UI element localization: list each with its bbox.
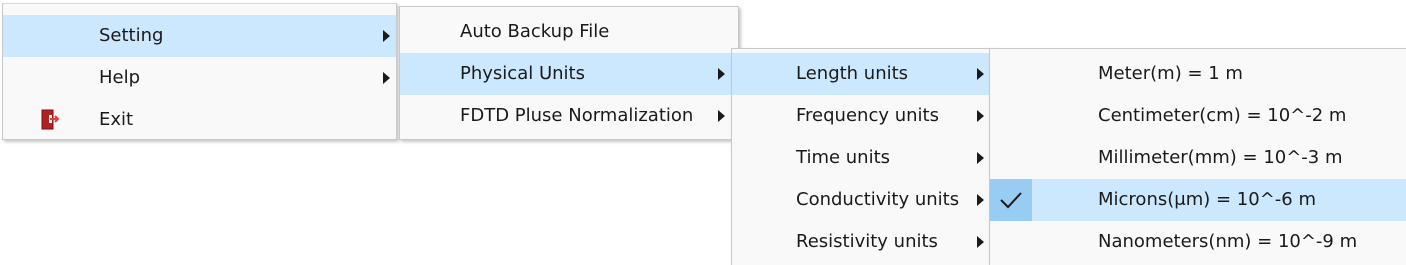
chevron-right-icon [383,72,390,84]
chevron-right-icon [977,236,984,248]
menu-item-meter[interactable]: Meter(m) = 1 m [990,53,1406,95]
menu-item-millimeter[interactable]: Millimeter(mm) = 10^-3 m [990,137,1406,179]
menu-item-microns[interactable]: Microns(μm) = 10^-6 m [990,179,1406,221]
menu-item-fdtd-normalization[interactable]: FDTD Pluse Normalization [400,95,738,137]
chevron-right-icon [977,152,984,164]
menu-item-help[interactable]: Help [3,57,396,99]
chevron-right-icon [977,68,984,80]
menu-item-label: Microns(μm) = 10^-6 m [1098,189,1316,210]
menu-item-label: Meter(m) = 1 m [1098,63,1243,84]
menu-item-label: Length units [796,63,909,84]
menu-stack: Setting Help Exit Auto Backup File Physi… [0,0,1406,265]
menu-item-physical-units[interactable]: Physical Units [400,53,738,95]
chevron-right-icon [718,110,725,122]
chevron-right-icon [718,68,725,80]
menu-item-auto-backup[interactable]: Auto Backup File [400,11,738,53]
menu-item-label: Nanometers(nm) = 10^-9 m [1098,231,1358,252]
menu-item-length-units[interactable]: Length units [732,53,992,95]
menu-item-exit[interactable]: Exit [3,99,396,141]
chevron-right-icon [383,30,390,42]
main-menu: Setting Help Exit [2,3,397,140]
menu-item-label: Physical Units [460,63,585,84]
menu-item-label: Setting [99,25,164,46]
menu-item-label: Resistivity units [796,231,938,252]
menu-item-label: Exit [99,109,134,130]
menu-item-nanometers[interactable]: Nanometers(nm) = 10^-9 m [990,221,1406,263]
menu-item-resistivity-units[interactable]: Resistivity units [732,221,992,263]
chevron-right-icon [977,110,984,122]
menu-item-label: Millimeter(mm) = 10^-3 m [1098,147,1343,168]
menu-item-label: Time units [796,147,891,168]
physical-units-submenu: Length units Frequency units Time units … [731,48,993,265]
menu-item-setting[interactable]: Setting [3,15,396,57]
chevron-right-icon [977,194,984,206]
menu-item-frequency-units[interactable]: Frequency units [732,95,992,137]
menu-item-label: Help [99,67,141,88]
menu-item-label: FDTD Pluse Normalization [460,105,694,126]
menu-item-label: Centimeter(cm) = 10^-2 m [1098,105,1347,126]
menu-item-conductivity-units[interactable]: Conductivity units [732,179,992,221]
menu-item-time-units[interactable]: Time units [732,137,992,179]
menu-item-label: Conductivity units [796,189,960,210]
length-units-submenu: Meter(m) = 1 m Centimeter(cm) = 10^-2 m … [989,48,1406,265]
menu-item-label: Auto Backup File [460,21,610,42]
checkmark-icon [990,179,1032,221]
menu-item-label: Frequency units [796,105,939,126]
exit-door-icon [40,109,62,131]
setting-submenu: Auto Backup File Physical Units FDTD Plu… [399,6,739,140]
menu-item-centimeter[interactable]: Centimeter(cm) = 10^-2 m [990,95,1406,137]
